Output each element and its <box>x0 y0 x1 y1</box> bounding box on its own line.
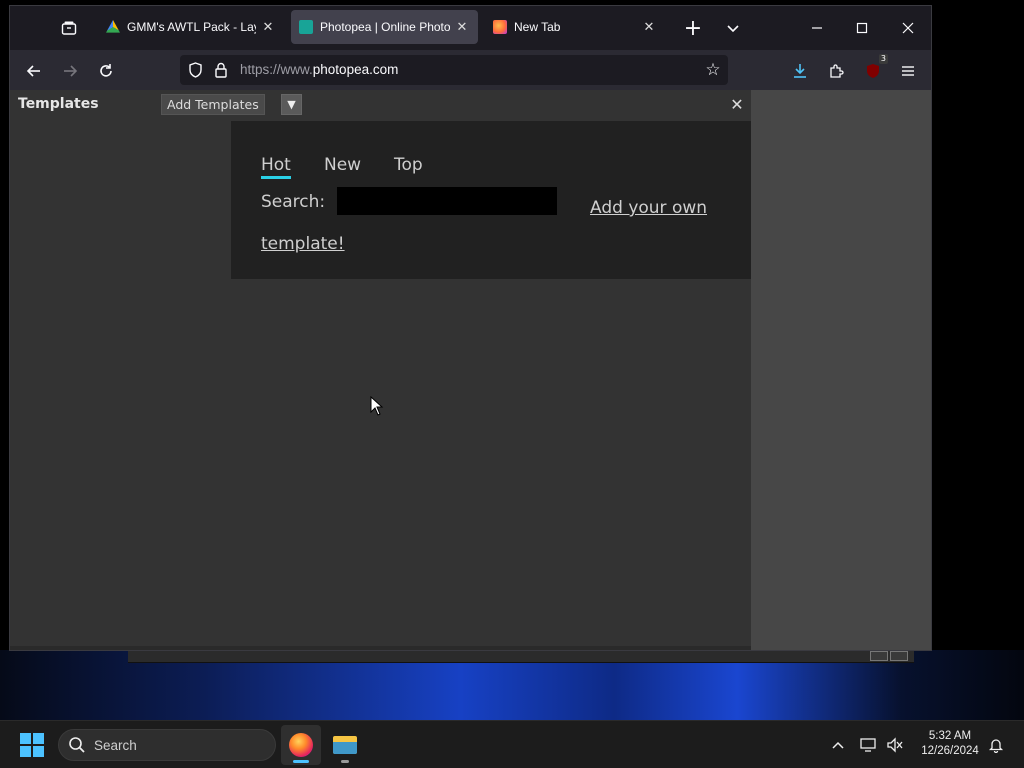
url-host: photopea.com <box>312 62 399 77</box>
templates-panel: Templates Add Templates ▼ ✕ Hot New Top … <box>10 90 751 650</box>
reload-button[interactable] <box>93 58 119 84</box>
background-window-edge <box>128 650 914 663</box>
extension-badge: 3 <box>878 54 888 64</box>
templates-dropdown-button[interactable]: ▼ <box>281 94 302 115</box>
photopea-icon <box>299 20 313 34</box>
add-own-template-link[interactable]: Add your own template! <box>261 190 731 262</box>
notifications-bell-icon[interactable] <box>986 735 1006 755</box>
windows-logo-icon <box>20 746 31 757</box>
ublock-shield-icon <box>867 64 879 78</box>
mouse-cursor-icon <box>370 396 384 416</box>
system-clock[interactable]: 5:32 AM 12/26/2024 <box>914 729 986 759</box>
view-toggle-icon[interactable] <box>870 651 888 661</box>
windows-logo-icon <box>20 733 31 744</box>
tab-title: GMM's AWTL Pack - Laye <box>127 20 256 34</box>
close-panel-icon[interactable]: ✕ <box>728 96 746 114</box>
tracking-protection-icon[interactable] <box>186 61 204 79</box>
minimize-button[interactable] <box>797 14 837 42</box>
tab-hot[interactable]: Hot <box>261 155 291 179</box>
downloads-button[interactable] <box>787 58 813 84</box>
close-tab-icon[interactable]: ✕ <box>260 19 276 35</box>
reload-icon <box>100 64 112 77</box>
tab-new-tab[interactable]: New Tab ✕ <box>485 10 665 44</box>
firefox-icon <box>289 733 313 757</box>
show-hidden-icons-chevron-up-icon[interactable] <box>828 735 848 755</box>
url-text[interactable]: https://www.photopea.com <box>240 62 398 77</box>
templates-title: Templates <box>18 96 99 112</box>
panel-bottom-edge <box>10 646 751 650</box>
navigation-toolbar: https://www.photopea.com ☆ 3 <box>10 50 931 90</box>
taskbar-firefox[interactable] <box>281 725 321 765</box>
tab-photopea[interactable]: Photopea | Online Photo ✕ <box>291 10 478 44</box>
google-drive-icon <box>106 20 120 33</box>
windows-logo-icon <box>33 733 44 744</box>
search-icon <box>69 737 85 753</box>
folder-icon <box>333 736 357 754</box>
windows-logo-icon <box>33 746 44 757</box>
templates-dialog: Hot New Top Search: Add your own templat… <box>231 121 751 279</box>
arrow-right-icon <box>64 65 78 77</box>
clock-time: 5:32 AM <box>928 730 972 742</box>
close-tab-icon[interactable]: ✕ <box>454 19 470 35</box>
ublock-extension-button[interactable]: 3 <box>860 54 888 84</box>
search-label: Search <box>94 738 137 753</box>
tab-overflow-button[interactable] <box>713 14 753 42</box>
maximize-button[interactable] <box>842 14 882 42</box>
puzzle-icon <box>830 64 844 78</box>
close-tab-icon[interactable]: ✕ <box>641 19 657 35</box>
firefox-icon <box>493 20 507 34</box>
tab-gmm-awtl-pack[interactable]: GMM's AWTL Pack - Laye ✕ <box>98 10 284 44</box>
windows-taskbar: Search 5:32 AM 12/26/2024 <box>0 720 1024 768</box>
back-button[interactable] <box>21 58 47 84</box>
arrow-left-icon <box>26 65 40 77</box>
volume-muted-icon[interactable] <box>885 735 905 755</box>
photopea-page: Templates Add Templates ▼ ✕ Hot New Top … <box>10 90 931 650</box>
chevron-down-icon <box>727 25 739 33</box>
hamburger-menu-icon <box>902 66 914 76</box>
extensions-button[interactable] <box>823 58 849 84</box>
network-icon[interactable] <box>859 735 879 755</box>
running-indicator <box>341 760 349 763</box>
tab-bar: GMM's AWTL Pack - Laye ✕ Photopea | Onli… <box>10 6 931 50</box>
taskbar-file-explorer[interactable] <box>325 725 365 765</box>
bookmark-star-icon[interactable]: ☆ <box>704 61 722 79</box>
close-window-button[interactable] <box>888 14 928 42</box>
tab-list-icon[interactable] <box>56 15 82 41</box>
templates-header: Templates Add Templates ▼ ✕ <box>10 90 751 120</box>
tab-title: Photopea | Online Photo <box>320 20 450 34</box>
download-icon <box>794 64 806 78</box>
add-templates-button[interactable]: Add Templates <box>161 94 265 115</box>
start-button[interactable] <box>20 733 44 757</box>
view-toggle-icon[interactable] <box>890 651 908 661</box>
firefox-window: GMM's AWTL Pack - Laye ✕ Photopea | Onli… <box>9 5 932 651</box>
lock-icon[interactable] <box>212 61 230 79</box>
taskbar-search-box[interactable]: Search <box>58 729 276 761</box>
tab-top[interactable]: Top <box>394 155 423 175</box>
new-tab-button[interactable]: + <box>673 14 713 42</box>
menu-button[interactable] <box>895 58 921 84</box>
active-indicator <box>293 760 309 763</box>
tab-new[interactable]: New <box>324 155 361 175</box>
clock-date: 12/26/2024 <box>921 745 979 757</box>
url-prefix: https://www. <box>240 62 313 77</box>
forward-button[interactable] <box>57 58 83 84</box>
url-bar[interactable]: https://www.photopea.com ☆ <box>180 55 728 85</box>
tab-title: New Tab <box>514 20 561 34</box>
